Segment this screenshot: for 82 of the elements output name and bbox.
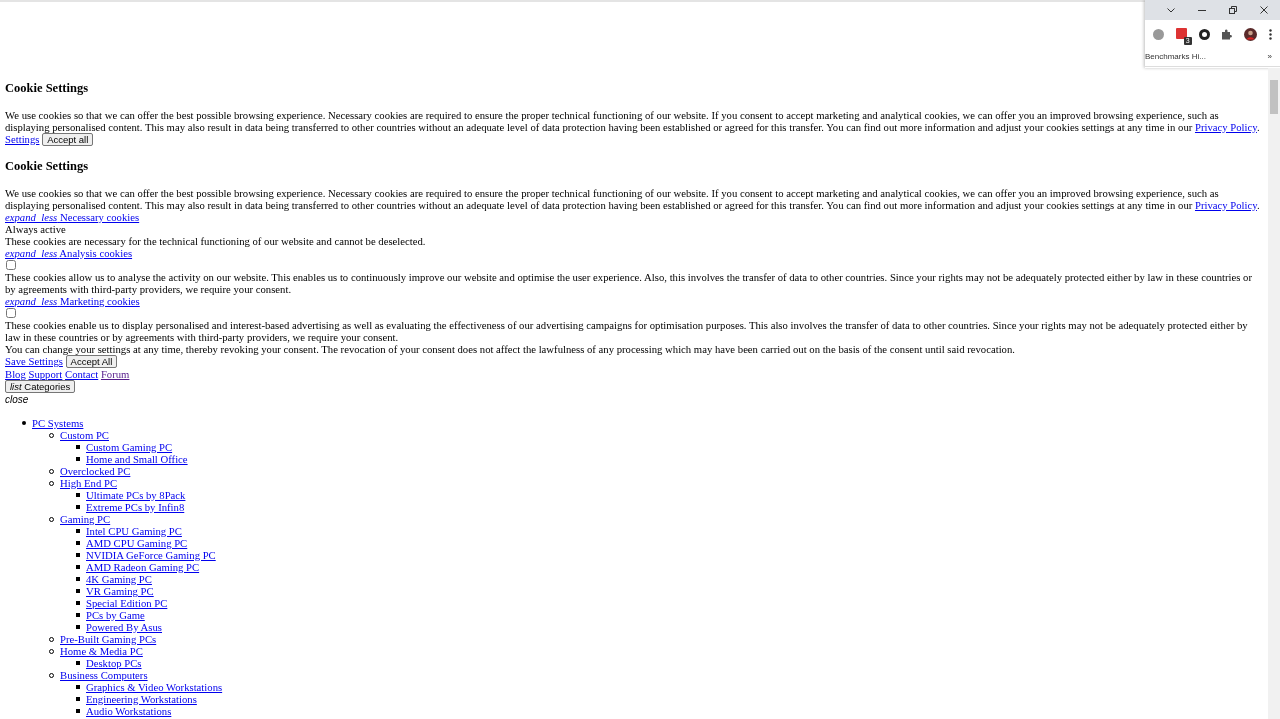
restore-icon[interactable]: [1229, 6, 1238, 14]
category-link[interactable]: Custom PC: [60, 429, 109, 441]
bullet-icon: [76, 697, 80, 701]
bullet-icon: [76, 505, 80, 509]
category-link[interactable]: Engineering Workstations: [86, 693, 197, 705]
cookie-checkbox[interactable]: [6, 260, 16, 270]
bullet-icon: [76, 529, 80, 533]
category-link[interactable]: Audio Workstations: [86, 705, 172, 717]
category-link[interactable]: PC Systems: [32, 417, 84, 429]
scrollbar[interactable]: [1268, 68, 1280, 719]
privacy-policy-link[interactable]: Privacy Policy: [1194, 199, 1257, 211]
minimize-icon[interactable]: [1197, 9, 1206, 11]
bullet-icon: [22, 421, 26, 425]
categories-button[interactable]: list Categories: [5, 380, 76, 393]
caret-icon[interactable]: [1166, 7, 1175, 13]
bullet-icon: [76, 493, 80, 497]
category-link[interactable]: Home & Media PC: [60, 645, 143, 657]
category-link[interactable]: High End PC: [60, 477, 117, 489]
extension-icon[interactable]: [1198, 28, 1210, 40]
accept-all-button[interactable]: Accept All: [65, 355, 118, 368]
category-link[interactable]: Graphics & Video Workstations: [86, 681, 223, 693]
section-description: These cookies enable us to display personalised and interest-based advertising as well as evaluating the effectiveness of our advertising campaigns for optimisation purposes. This also involves the transfer of data to other countries. Since your rights may not be adequately protected either by law in these countries or by agreements with third-party providers, we require your consent.: [5, 319, 1249, 343]
category-link[interactable]: Intel CPU Gaming PC: [86, 525, 182, 537]
extension-icon[interactable]: [1175, 27, 1187, 39]
category-link[interactable]: Ultimate PCs by 8Pack: [86, 489, 186, 501]
nav-link[interactable]: Contact: [65, 368, 99, 380]
cookie-section-link[interactable]: expand_less Necessary cookies: [5, 211, 140, 223]
nav-link[interactable]: Blog: [5, 368, 26, 380]
cookie-checkbox[interactable]: [6, 308, 16, 318]
bullet-icon: [76, 541, 80, 545]
privacy-policy-link[interactable]: Privacy Policy: [1194, 121, 1257, 133]
bullet-icon: [76, 445, 80, 449]
nav-link[interactable]: Forum: [100, 368, 130, 380]
category-link[interactable]: Gaming PC: [60, 513, 111, 525]
bullet-icon: [76, 685, 80, 689]
settings-title: Cookie Settings: [5, 159, 89, 174]
category-link[interactable]: Extreme PCs by Infin8: [86, 501, 185, 513]
section-description: These cookies allow us to analyse the activity on our website. This enables us to continuously improve our website and optimise the user experience. Also, this involves the transfer of data to other countries. Since your rights may not be adequately protected either by law in these countries or by agreements with third-party providers, we require your consent.: [5, 271, 1253, 295]
bullet-icon: [76, 553, 80, 557]
category-link[interactable]: NVIDIA GeForce Gaming PC: [86, 549, 216, 561]
banner-title: Cookie Settings: [5, 81, 89, 96]
bookmarks-overflow[interactable]: »: [1267, 51, 1272, 63]
category-link[interactable]: AMD Radeon Gaming PC: [86, 561, 200, 573]
avatar-icon[interactable]: [1244, 27, 1258, 41]
cookie-text: We use cookies so that we can offer the best possible browsing experience. Necessary cookies are required to ensure the proper technical functioning of our website. If you consent to accept marketing and analytical cookies, we can offer you an improved browsing experience, such as displaying personalised content. This may also result in data being transferred to other countries without an adequate level of data protection having been established or agreed for this transfer. You can find out more information and adjust your cookies settings at any time in our Privacy Policy.: [5, 187, 1261, 211]
accept-all-button[interactable]: Accept all: [42, 133, 94, 146]
category-link[interactable]: Home and Small Office: [86, 453, 188, 465]
category-link[interactable]: Business Computers: [60, 669, 148, 681]
cookie-text: We use cookies so that we can offer the best possible browsing experience. Necessary cookies are required to ensure the proper technical functioning of our website. If you consent to accept marketing and analytical cookies, we can offer you an improved browsing experience, such as displaying personalised content. This may also result in data being transferred to other countries without an adequate level of data protection having been established or agreed for this transfer. You can find out more information and adjust your cookies settings at any time in our Privacy Policy.: [5, 109, 1261, 133]
bullet-icon: [76, 709, 80, 713]
section-description: These cookies are necessary for the technical functioning of our website and cannot be deselected.: [5, 235, 427, 247]
nav-link[interactable]: Support: [28, 368, 63, 380]
category-link[interactable]: Powered By Asus: [86, 621, 162, 633]
bullet-icon: [76, 661, 80, 665]
status-text: Always active: [5, 223, 67, 235]
cookie-section-link[interactable]: expand_less Marketing cookies: [5, 295, 140, 307]
save-settings-link[interactable]: Save Settings: [5, 355, 63, 367]
category-link[interactable]: AMD CPU Gaming PC: [86, 537, 188, 549]
category-link[interactable]: Pre-Built Gaming PCs: [60, 633, 157, 645]
category-link[interactable]: Overclocked PC: [60, 465, 131, 477]
cookie-section-link[interactable]: expand_less Analysis cookies: [5, 247, 133, 259]
bullet-icon: [76, 589, 80, 593]
bookmark-item[interactable]: Benchmarks Hi...: [1145, 51, 1206, 63]
bullet-icon: [76, 457, 80, 461]
bullet-icon: [76, 613, 80, 617]
bullet-icon: [76, 577, 80, 581]
scrollbar-thumb[interactable]: [1270, 80, 1278, 114]
menu-icon[interactable]: [1269, 28, 1273, 40]
puzzle-icon[interactable]: [1221, 28, 1233, 40]
category-link[interactable]: Special Edition PC: [86, 597, 168, 609]
category-link[interactable]: 4K Gaming PC: [86, 573, 152, 585]
category-link[interactable]: VR Gaming PC: [86, 585, 154, 597]
close-text[interactable]: close: [5, 394, 29, 406]
bullet-icon: [76, 565, 80, 569]
category-link[interactable]: PCs by Game: [86, 609, 145, 621]
settings-link[interactable]: Settings: [5, 133, 40, 145]
bullet-icon: [76, 625, 80, 629]
category-link[interactable]: Desktop PCs: [86, 657, 142, 669]
bullet-icon: [76, 601, 80, 605]
close-icon[interactable]: [1260, 6, 1269, 14]
consent-note: You can change your settings at any time, thereby revoking your consent. The revocation of your consent does not affect the lawfulness of any processing which may have been carried out on the basis of the consent until said revocation.: [5, 343, 1016, 355]
category-link[interactable]: Custom Gaming PC: [86, 441, 173, 453]
